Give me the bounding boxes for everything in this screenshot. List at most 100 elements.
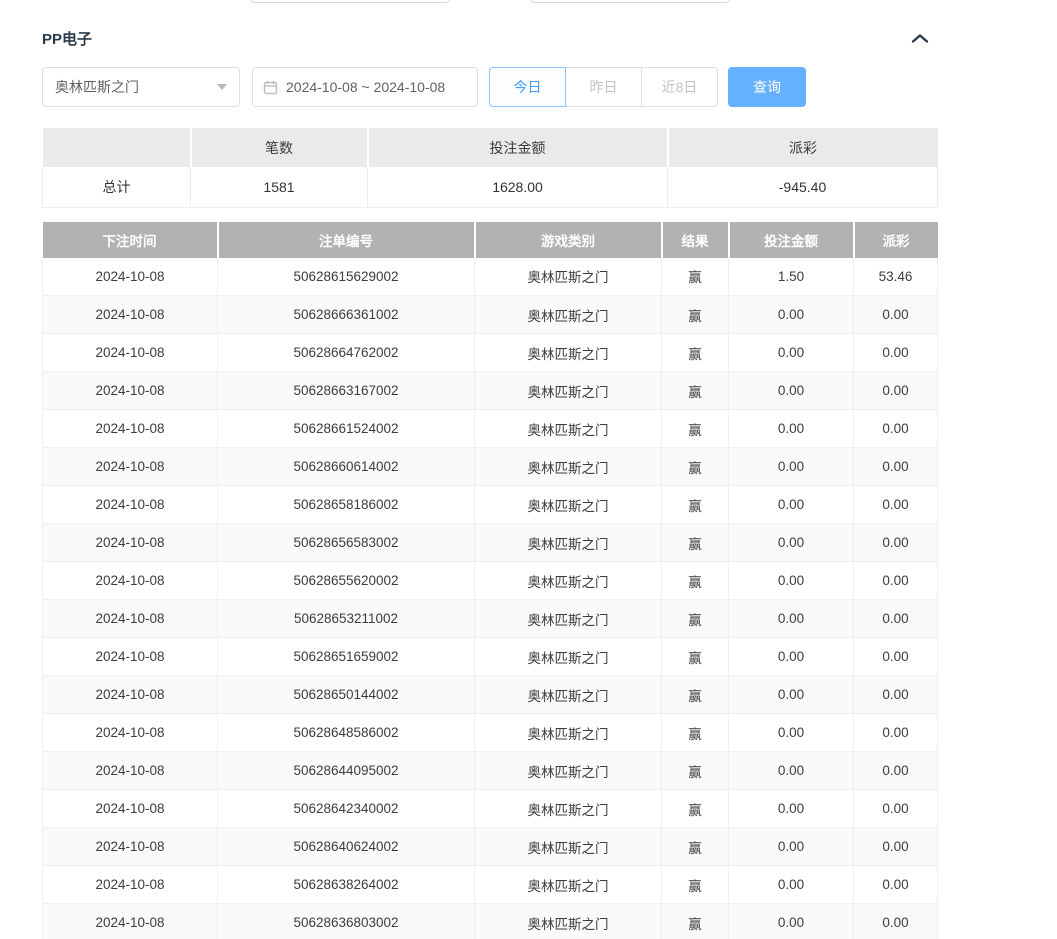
cell-game-type: 奥林匹斯之门	[475, 866, 662, 904]
cell-result: 赢	[662, 486, 729, 524]
summary-header-payout: 派彩	[668, 128, 938, 167]
cell-result: 赢	[662, 562, 729, 600]
game-select[interactable]: 奥林匹斯之门	[42, 67, 240, 107]
cell-ticket-number: 50628650144002	[218, 676, 475, 714]
cell-result: 赢	[662, 866, 729, 904]
cell-bet-time: 2024-10-08	[43, 866, 218, 904]
cell-result: 赢	[662, 410, 729, 448]
summary-header-bet-amount: 投注金额	[368, 128, 668, 167]
cell-result: 赢	[662, 296, 729, 334]
header-game-type: 游戏类别	[475, 222, 662, 258]
cell-payout: 0.00	[854, 790, 938, 828]
quick-button-last-8-days[interactable]: 近8日	[641, 67, 718, 107]
cell-payout: 0.00	[854, 372, 938, 410]
cell-bet-amount: 0.00	[729, 372, 854, 410]
query-button[interactable]: 查询	[728, 67, 806, 107]
cell-payout: 0.00	[854, 524, 938, 562]
cell-bet-amount: 0.00	[729, 296, 854, 334]
header-payout: 派彩	[854, 222, 938, 258]
quick-button-today[interactable]: 今日	[489, 67, 566, 107]
cell-payout: 0.00	[854, 904, 938, 939]
calendar-icon	[263, 80, 278, 95]
table-row: 2024-10-08 50628650144002 奥林匹斯之门 赢 0.00 …	[43, 676, 938, 714]
cell-result: 赢	[662, 258, 729, 296]
cell-payout: 0.00	[854, 296, 938, 334]
quick-button-yesterday[interactable]: 昨日	[565, 67, 642, 107]
cell-bet-amount: 0.00	[729, 828, 854, 866]
cell-game-type: 奥林匹斯之门	[475, 828, 662, 866]
cell-payout: 0.00	[854, 714, 938, 752]
cell-payout: 0.00	[854, 638, 938, 676]
table-row: 2024-10-08 50628653211002 奥林匹斯之门 赢 0.00 …	[43, 600, 938, 638]
cell-result: 赢	[662, 372, 729, 410]
cell-game-type: 奥林匹斯之门	[475, 448, 662, 486]
pp-electronic-section: PP电子 奥林匹斯之门	[42, 0, 937, 939]
table-row: 2024-10-08 50628636803002 奥林匹斯之门 赢 0.00 …	[43, 904, 938, 939]
cell-game-type: 奥林匹斯之门	[475, 714, 662, 752]
cell-bet-time: 2024-10-08	[43, 790, 218, 828]
summary-total-label: 总计	[43, 167, 191, 207]
table-row: 2024-10-08 50628664762002 奥林匹斯之门 赢 0.00 …	[43, 334, 938, 372]
header-result: 结果	[662, 222, 729, 258]
table-row: 2024-10-08 50628640624002 奥林匹斯之门 赢 0.00 …	[43, 828, 938, 866]
collapse-button[interactable]	[911, 33, 937, 44]
cell-game-type: 奥林匹斯之门	[475, 904, 662, 939]
table-row: 2024-10-08 50628638264002 奥林匹斯之门 赢 0.00 …	[43, 866, 938, 904]
cell-game-type: 奥林匹斯之门	[475, 334, 662, 372]
cell-bet-amount: 0.00	[729, 410, 854, 448]
summary-header-row: 笔数 投注金额 派彩	[43, 128, 938, 167]
section-header: PP电子	[42, 27, 937, 49]
header-bet-amount: 投注金额	[729, 222, 854, 258]
cell-bet-time: 2024-10-08	[43, 524, 218, 562]
cell-bet-time: 2024-10-08	[43, 486, 218, 524]
bet-records-table: 下注时间 注单编号 游戏类别 结果 投注金额 派彩 2024-10-08 506…	[42, 222, 938, 939]
cell-bet-amount: 0.00	[729, 790, 854, 828]
cell-bet-amount: 0.00	[729, 714, 854, 752]
table-row: 2024-10-08 50628642340002 奥林匹斯之门 赢 0.00 …	[43, 790, 938, 828]
summary-total-count: 1581	[191, 167, 368, 207]
cell-bet-time: 2024-10-08	[43, 372, 218, 410]
cell-payout: 0.00	[854, 334, 938, 372]
cell-payout: 0.00	[854, 866, 938, 904]
cell-bet-time: 2024-10-08	[43, 258, 218, 296]
cell-payout: 0.00	[854, 486, 938, 524]
cell-bet-time: 2024-10-08	[43, 828, 218, 866]
cell-payout: 0.00	[854, 828, 938, 866]
cell-bet-time: 2024-10-08	[43, 334, 218, 372]
cell-bet-time: 2024-10-08	[43, 296, 218, 334]
cell-bet-amount: 0.00	[729, 904, 854, 939]
cell-game-type: 奥林匹斯之门	[475, 790, 662, 828]
cell-bet-amount: 0.00	[729, 334, 854, 372]
chevron-up-icon	[911, 33, 929, 44]
cell-result: 赢	[662, 334, 729, 372]
game-select-value: 奥林匹斯之门	[55, 77, 139, 97]
cell-ticket-number: 50628648586002	[218, 714, 475, 752]
cell-ticket-number: 50628651659002	[218, 638, 475, 676]
table-row: 2024-10-08 50628651659002 奥林匹斯之门 赢 0.00 …	[43, 638, 938, 676]
cell-bet-amount: 0.00	[729, 676, 854, 714]
table-row: 2024-10-08 50628656583002 奥林匹斯之门 赢 0.00 …	[43, 524, 938, 562]
cell-bet-time: 2024-10-08	[43, 562, 218, 600]
cell-ticket-number: 50628655620002	[218, 562, 475, 600]
cell-bet-time: 2024-10-08	[43, 638, 218, 676]
cell-bet-amount: 0.00	[729, 866, 854, 904]
cell-ticket-number: 50628644095002	[218, 752, 475, 790]
page: PP电子 奥林匹斯之门	[0, 0, 1057, 939]
cell-payout: 0.00	[854, 410, 938, 448]
cell-ticket-number: 50628658186002	[218, 486, 475, 524]
cell-game-type: 奥林匹斯之门	[475, 676, 662, 714]
cell-game-type: 奥林匹斯之门	[475, 638, 662, 676]
caret-down-icon	[217, 84, 227, 90]
cell-ticket-number: 50628653211002	[218, 600, 475, 638]
cell-bet-amount: 0.00	[729, 638, 854, 676]
cell-ticket-number: 50628661524002	[218, 410, 475, 448]
cell-bet-amount: 0.00	[729, 600, 854, 638]
date-range-value: 2024-10-08 ~ 2024-10-08	[286, 79, 445, 95]
cell-result: 赢	[662, 638, 729, 676]
table-row: 2024-10-08 50628660614002 奥林匹斯之门 赢 0.00 …	[43, 448, 938, 486]
date-range-input[interactable]: 2024-10-08 ~ 2024-10-08	[252, 67, 478, 107]
cell-bet-time: 2024-10-08	[43, 676, 218, 714]
cell-result: 赢	[662, 752, 729, 790]
cell-payout: 0.00	[854, 600, 938, 638]
cell-bet-amount: 1.50	[729, 258, 854, 296]
